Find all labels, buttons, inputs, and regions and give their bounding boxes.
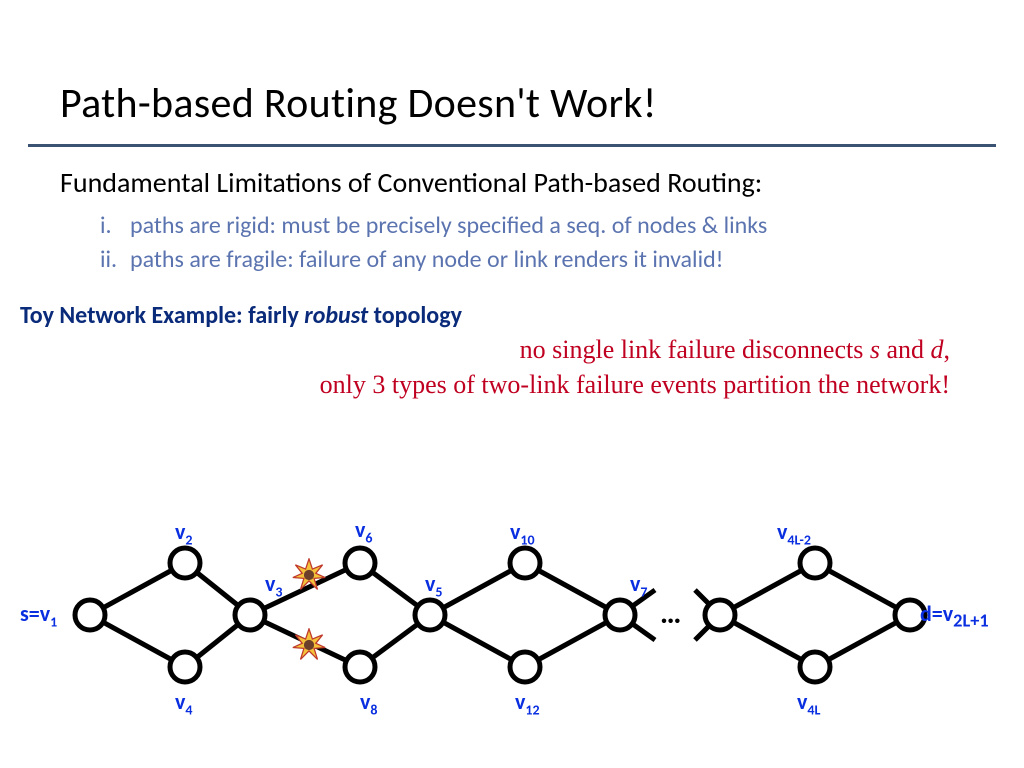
link-failure-icon xyxy=(292,628,326,662)
node-label-v3: v3 xyxy=(265,570,283,600)
node-label-d: d=v2L+1 xyxy=(920,600,989,631)
node-label-v4l: v4L xyxy=(797,688,820,718)
node-label-v4: v4 xyxy=(175,688,193,718)
node-label-s: s=v1 xyxy=(20,600,57,630)
node-label-v7: v7 xyxy=(630,570,648,600)
subheading: Fundamental Limitations of Conventional … xyxy=(0,159,1024,206)
list-marker: i. xyxy=(100,210,130,242)
link-failure-icon xyxy=(292,558,326,592)
node-label-v5: v5 xyxy=(425,570,443,600)
node-label-v12: v12 xyxy=(515,688,540,718)
red-note: no single link failure disconnects s and… xyxy=(0,332,1024,402)
node-label-v10: v10 xyxy=(510,518,535,548)
node-label-v4l2: v4L-2 xyxy=(777,518,811,548)
toy-example-heading: Toy Network Example: fairly robust topol… xyxy=(0,279,1024,332)
list-marker: ii. xyxy=(100,244,130,276)
network-diagram: s=v1 v2 v4 v3 v6 v8 v5 v10 v12 v7 … v4L-… xyxy=(20,500,1004,730)
list-item: ii.paths are fragile: failure of any nod… xyxy=(100,244,964,276)
slide-title: Path-based Routing Doesn't Work! xyxy=(0,0,1024,139)
list-text: paths are fragile: failure of any node o… xyxy=(130,245,724,274)
node-label-v8: v8 xyxy=(360,688,378,718)
horizontal-rule xyxy=(28,144,996,147)
dots-ellipsis: … xyxy=(660,595,681,632)
node-label-v2: v2 xyxy=(175,518,193,548)
list-item: i.paths are rigid: must be precisely spe… xyxy=(100,210,964,242)
node-label-v6: v6 xyxy=(355,516,373,546)
limitation-list: i.paths are rigid: must be precisely spe… xyxy=(0,206,1024,277)
list-text: paths are rigid: must be precisely speci… xyxy=(130,211,767,240)
